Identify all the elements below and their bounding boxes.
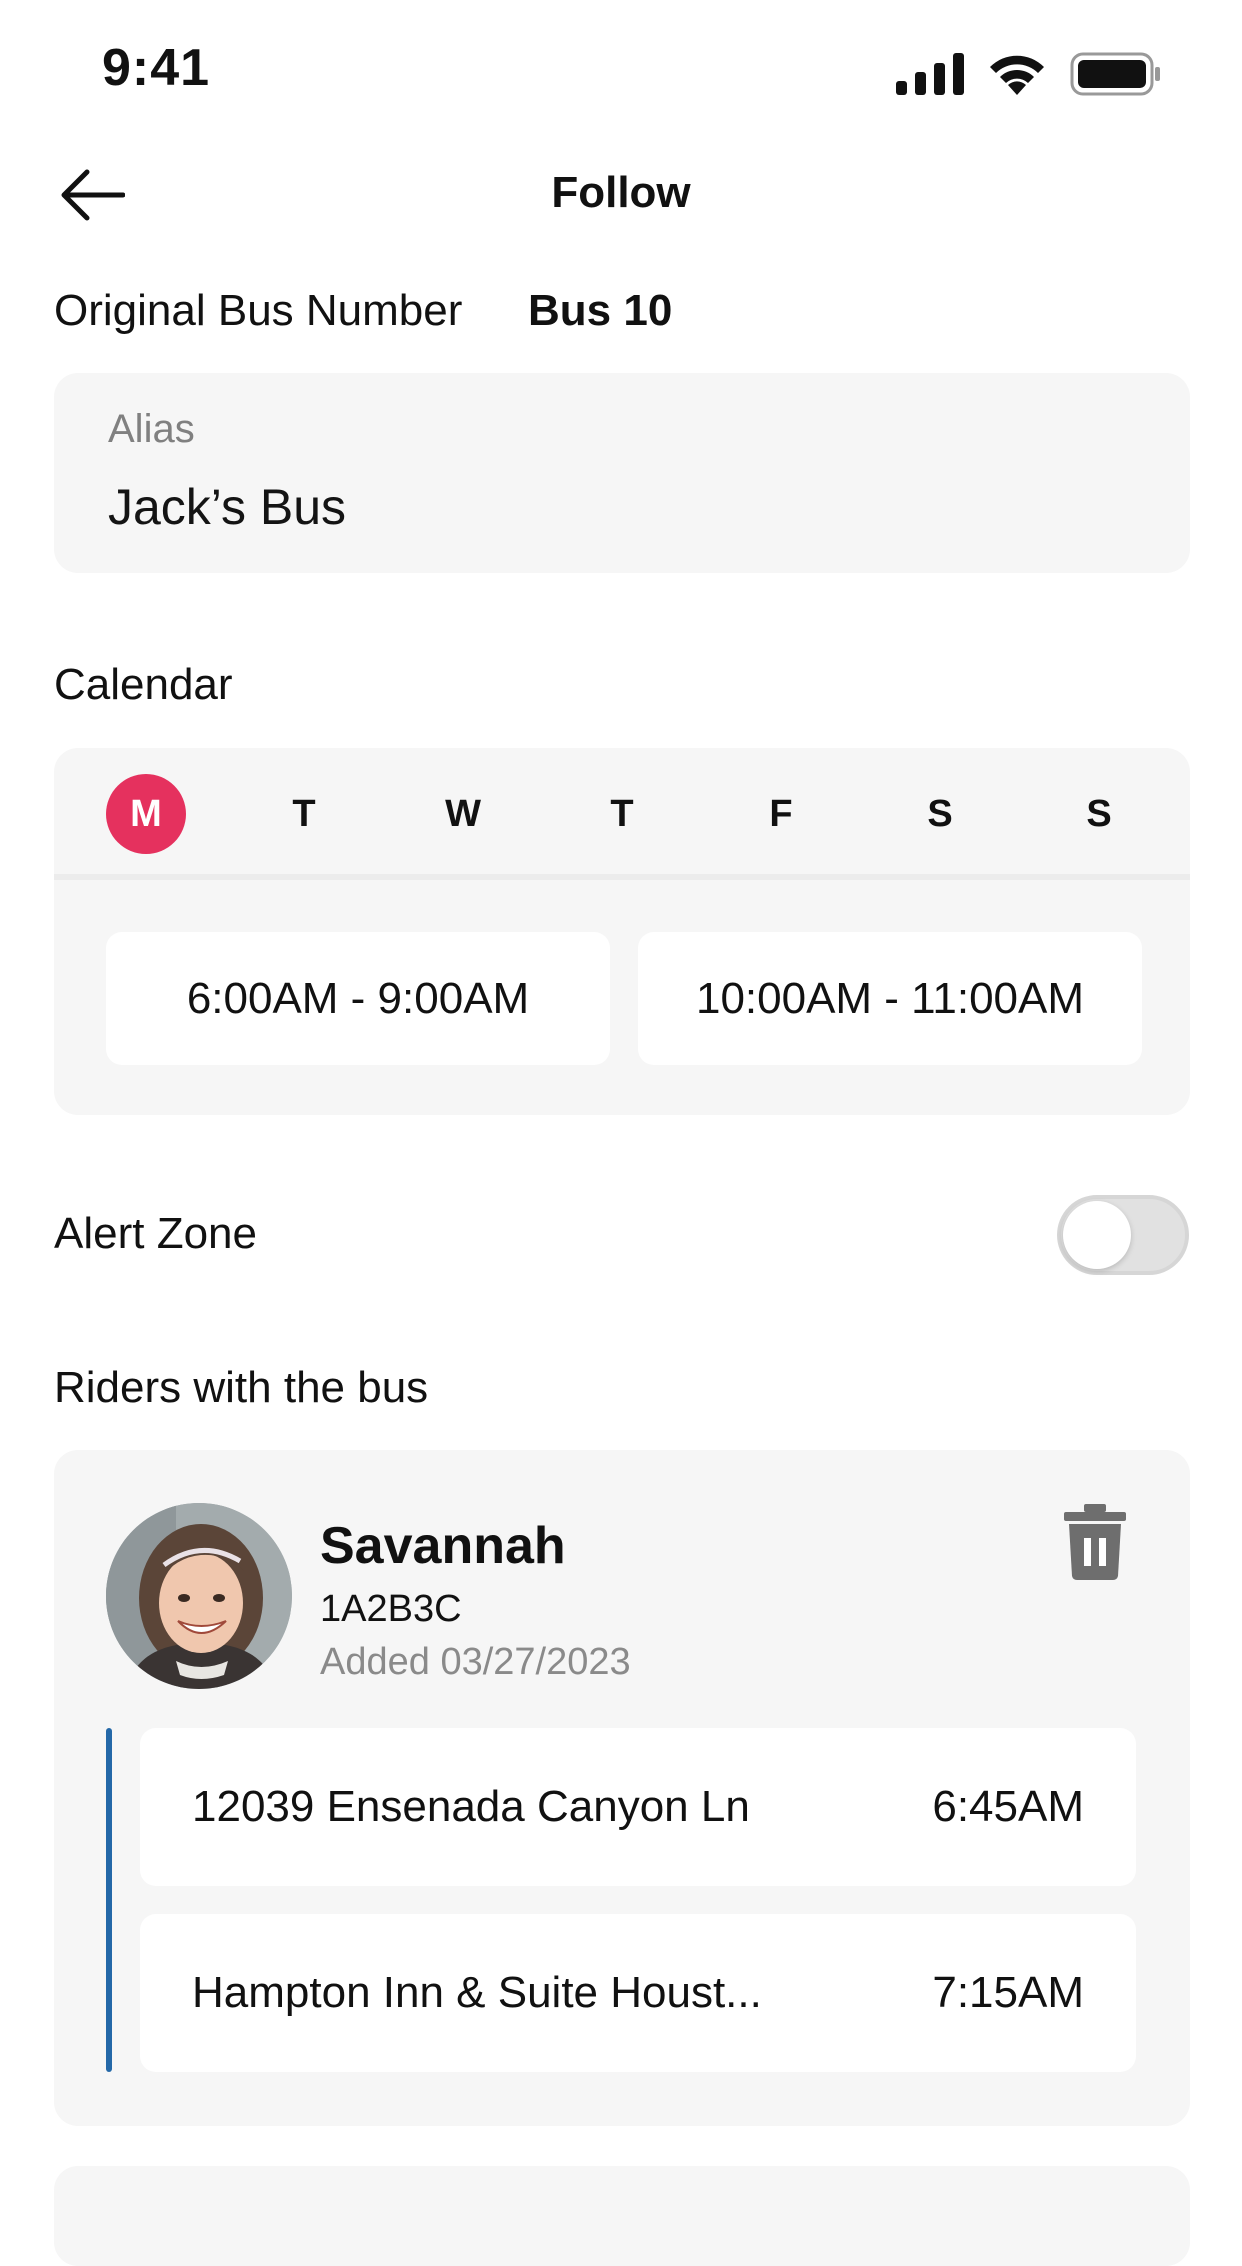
alias-label: Alias: [108, 407, 195, 451]
day-saturday[interactable]: S: [900, 774, 980, 854]
avatar: [106, 1503, 292, 1689]
day-thursday[interactable]: T: [582, 774, 662, 854]
original-bus-label: Original Bus Number: [54, 286, 463, 335]
rider-name: Savannah: [320, 1517, 566, 1575]
time-slot[interactable]: 10:00AM - 11:00AM: [638, 932, 1142, 1065]
alert-zone-label: Alert Zone: [54, 1209, 257, 1258]
stop-row[interactable]: Hampton Inn & Suite Houst... 7:15AM: [140, 1914, 1136, 2072]
day-wednesday[interactable]: W: [423, 774, 503, 854]
battery-icon: [1070, 52, 1160, 96]
trash-icon: [1064, 1504, 1126, 1580]
riders-section-title: Riders with the bus: [54, 1363, 429, 1412]
signal-icon: [896, 53, 964, 95]
day-tuesday[interactable]: T: [264, 774, 344, 854]
rider-id: 1A2B3C: [320, 1588, 462, 1630]
wifi-icon: [990, 55, 1044, 95]
time-slot[interactable]: 6:00AM - 9:00AM: [106, 932, 610, 1065]
page-title: Follow: [551, 168, 691, 217]
day-friday[interactable]: F: [741, 774, 821, 854]
day-sunday[interactable]: S: [1059, 774, 1139, 854]
route-line: [106, 1728, 112, 2072]
original-bus-value: Bus 10: [528, 286, 673, 335]
next-rider-card: [54, 2166, 1190, 2266]
day-monday[interactable]: M: [106, 774, 186, 854]
stop-time: 7:15AM: [932, 1968, 1084, 2017]
alert-zone-toggle[interactable]: [1057, 1195, 1189, 1275]
calendar-title: Calendar: [54, 660, 233, 709]
alias-field[interactable]: [54, 373, 1190, 573]
stop-row[interactable]: 12039 Ensenada Canyon Ln 6:45AM: [140, 1728, 1136, 1886]
status-time: 9:41: [102, 39, 211, 97]
stop-time: 6:45AM: [932, 1782, 1084, 1831]
status-icons: [896, 50, 1162, 98]
calendar-divider: [54, 874, 1190, 880]
stop-address: Hampton Inn & Suite Houst...: [192, 1968, 762, 2017]
delete-rider-button[interactable]: [1062, 1504, 1128, 1580]
rider-added-date: Added 03/27/2023: [320, 1641, 631, 1683]
toggle-knob: [1063, 1201, 1131, 1269]
stop-address: 12039 Ensenada Canyon Ln: [192, 1782, 750, 1831]
alias-input-value[interactable]: Jack’s Bus: [108, 478, 346, 536]
